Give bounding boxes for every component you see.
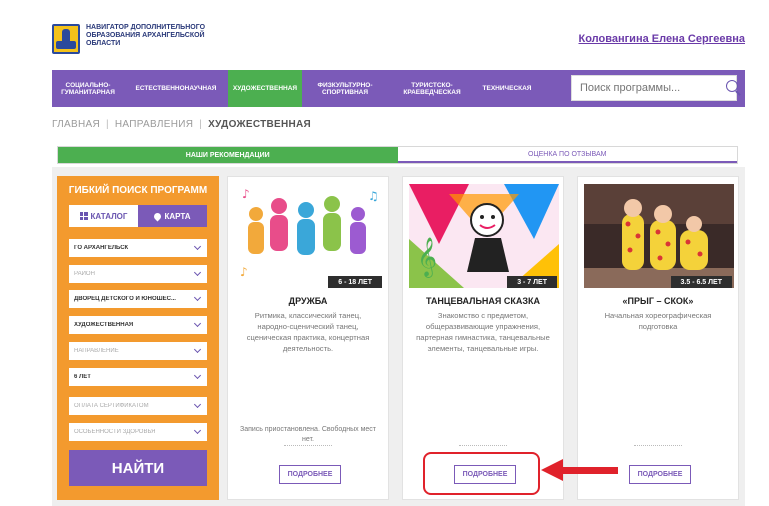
chevron-down-icon [192,426,204,438]
age-select[interactable]: 6 ЛЕТ [69,368,207,386]
program-description: Начальная хореографическая подготовка [604,311,712,331]
health-select[interactable]: ОСОБЕННОСТИ ЗДОРОВЬЯ [69,423,207,441]
program-card: 3.5 - 6.5 ЛЕТ «ПРЫГ – СКОК» Начальная хо… [577,176,739,500]
select-value: НАПРАВЛЕНИЕ [74,348,119,354]
catalog-label: КАТАЛОГ [90,211,128,221]
chevron-down-icon [192,319,204,331]
select-value: РАЙОН [74,271,95,277]
tab-reviews-rating[interactable]: ОЦЕНКА ПО ОТЗЫВАМ [397,147,737,163]
district-select[interactable]: РАЙОН [69,265,207,283]
payment-select[interactable]: ОПЛАТА СЕРТИФИКАТОМ [69,397,207,415]
age-badge: 3.5 - 6.5 ЛЕТ [670,276,732,288]
logo-line: ОБРАЗОВАНИЯ АРХАНГЕЛЬСКОЙ [86,32,205,39]
select-value: ХУДОЖЕСТВЕННАЯ [74,322,134,328]
breadcrumb-current: ХУДОЖЕСТВЕННАЯ [208,119,312,130]
tab-recommendations[interactable]: НАШИ РЕКОМЕНДАЦИИ [58,147,398,163]
program-image-dancing-kids[interactable]: ♪ ♫ ♪ [234,184,384,288]
search-input[interactable] [572,76,722,100]
details-button[interactable]: ПОДРОБНЕЕ [279,465,341,484]
program-description: Знакомство с предметом, общеразвивающие … [416,311,550,353]
highlight-frame [423,452,540,495]
breadcrumb-separator: | [105,119,109,130]
user-profile-link[interactable]: Коловангина Елена Сергеевна [579,33,746,45]
focus-select[interactable]: ХУДОЖЕСТВЕННАЯ [69,316,207,334]
catalog-button[interactable]: КАТАЛОГ [69,205,138,227]
age-badge: 6 - 18 ЛЕТ [328,276,382,288]
chevron-down-icon [192,400,204,412]
view-mode-toggle: КАТАЛОГ КАРТА [69,205,207,227]
program-title[interactable]: ДРУЖБА [228,296,388,306]
svg-text:♪: ♪ [242,187,250,201]
crest-icon[interactable] [52,24,80,54]
breadcrumb: ГЛАВНАЯ | НАПРАВЛЕНИЯ | ХУДОЖЕСТВЕННАЯ [52,119,311,130]
select-value: ОПЛАТА СЕРТИФИКАТОМ [74,403,149,409]
page: НАВИГАТОР ДОПОЛНИТЕЛЬНОГО ОБРАЗОВАНИЯ АР… [0,0,769,506]
chevron-down-icon [192,345,204,357]
chevron-down-icon [192,371,204,383]
map-label: КАРТА [164,211,191,221]
select-value: ОСОБЕННОСТИ ЗДОРОВЬЯ [74,429,156,435]
breadcrumb-home[interactable]: ГЛАВНАЯ [52,119,100,130]
program-image-dance-tale[interactable]: 𝄞 [409,184,559,288]
tab-sport[interactable]: ФИЗКУЛЬТУРНО-СПОРТИВНАЯ [302,70,388,107]
find-button[interactable]: НАЙТИ [69,450,207,486]
details-button[interactable]: ПОДРОБНЕЕ [629,465,691,484]
filter-panel: ГИБКИЙ ПОИСК ПРОГРАММ КАТАЛОГ КАРТА ГО А… [57,176,219,500]
pointer-arrow-icon [541,459,563,481]
chevron-down-icon [192,242,204,254]
svg-text:♫: ♫ [368,189,379,203]
svg-text:♪: ♪ [240,265,248,279]
program-card: ♪ ♫ ♪ 6 - 18 ЛЕТ ДРУЖБА Ритмика, классич… [227,176,389,500]
recommendation-switch: НАШИ РЕКОМЕНДАЦИИ ОЦЕНКА ПО ОТЗЫВАМ [57,146,738,164]
chevron-down-icon [192,268,204,280]
search-box [571,75,738,101]
select-value: ГО АРХАНГЕЛЬСК [74,245,129,251]
direction-select[interactable]: НАПРАВЛЕНИЕ [69,342,207,360]
divider [634,445,682,446]
select-value: 6 ЛЕТ [74,374,91,380]
logo-line: НАВИГАТОР ДОПОЛНИТЕЛЬНОГО [86,24,206,31]
logo-line: ОБЛАСТИ [86,40,121,47]
tab-tourism[interactable]: ТУРИСТСКО-КРАЕВЕДЧЕСКАЯ [388,70,476,107]
chevron-down-icon [192,293,204,305]
program-image-jump-skok[interactable] [584,184,734,288]
pointer-arrow-shaft [562,467,618,474]
age-badge: 3 - 7 ЛЕТ [507,276,557,288]
organization-select[interactable]: ДВОРЕЦ ДЕТСКОГО И ЮНОШЕС... [69,290,207,308]
tab-science[interactable]: ЕСТЕСТВЕННОНАУЧНАЯ [124,70,228,107]
program-title[interactable]: «ПРЫГ – СКОК» [578,296,738,306]
divider [284,445,332,446]
direction-nav: СОЦИАЛЬНО-ГУМАНИТАРНАЯ ЕСТЕСТВЕННОНАУЧНА… [52,70,745,107]
svg-text:𝄞: 𝄞 [417,237,437,278]
filter-title: ГИБКИЙ ПОИСК ПРОГРАММ [68,185,208,196]
tab-technical[interactable]: ТЕХНИЧЕСКАЯ [476,70,538,107]
map-pin-icon [153,211,163,221]
site-logo-text[interactable]: НАВИГАТОР ДОПОЛНИТЕЛЬНОГО ОБРАЗОВАНИЯ АР… [86,24,246,48]
program-title[interactable]: ТАНЦЕВАЛЬНАЯ СКАЗКА [403,296,563,306]
select-value: ДВОРЕЦ ДЕТСКОГО И ЮНОШЕС... [74,296,176,302]
divider [459,445,507,446]
breadcrumb-directions[interactable]: НАПРАВЛЕНИЯ [115,119,193,130]
header: НАВИГАТОР ДОПОЛНИТЕЛЬНОГО ОБРАЗОВАНИЯ АР… [0,0,769,68]
tab-art[interactable]: ХУДОЖЕСТВЕННАЯ [228,70,302,107]
program-description: Ритмика, классический танец, народно-сце… [246,311,370,353]
map-button[interactable]: КАРТА [138,205,207,227]
enrollment-status: Запись приостановлена. Свободных мест не… [239,426,377,443]
grid-icon [79,212,88,220]
tab-social[interactable]: СОЦИАЛЬНО-ГУМАНИТАРНАЯ [52,70,124,107]
breadcrumb-separator: | [199,119,203,130]
municipality-select[interactable]: ГО АРХАНГЕЛЬСК [69,239,207,257]
search-icon[interactable] [722,77,738,99]
